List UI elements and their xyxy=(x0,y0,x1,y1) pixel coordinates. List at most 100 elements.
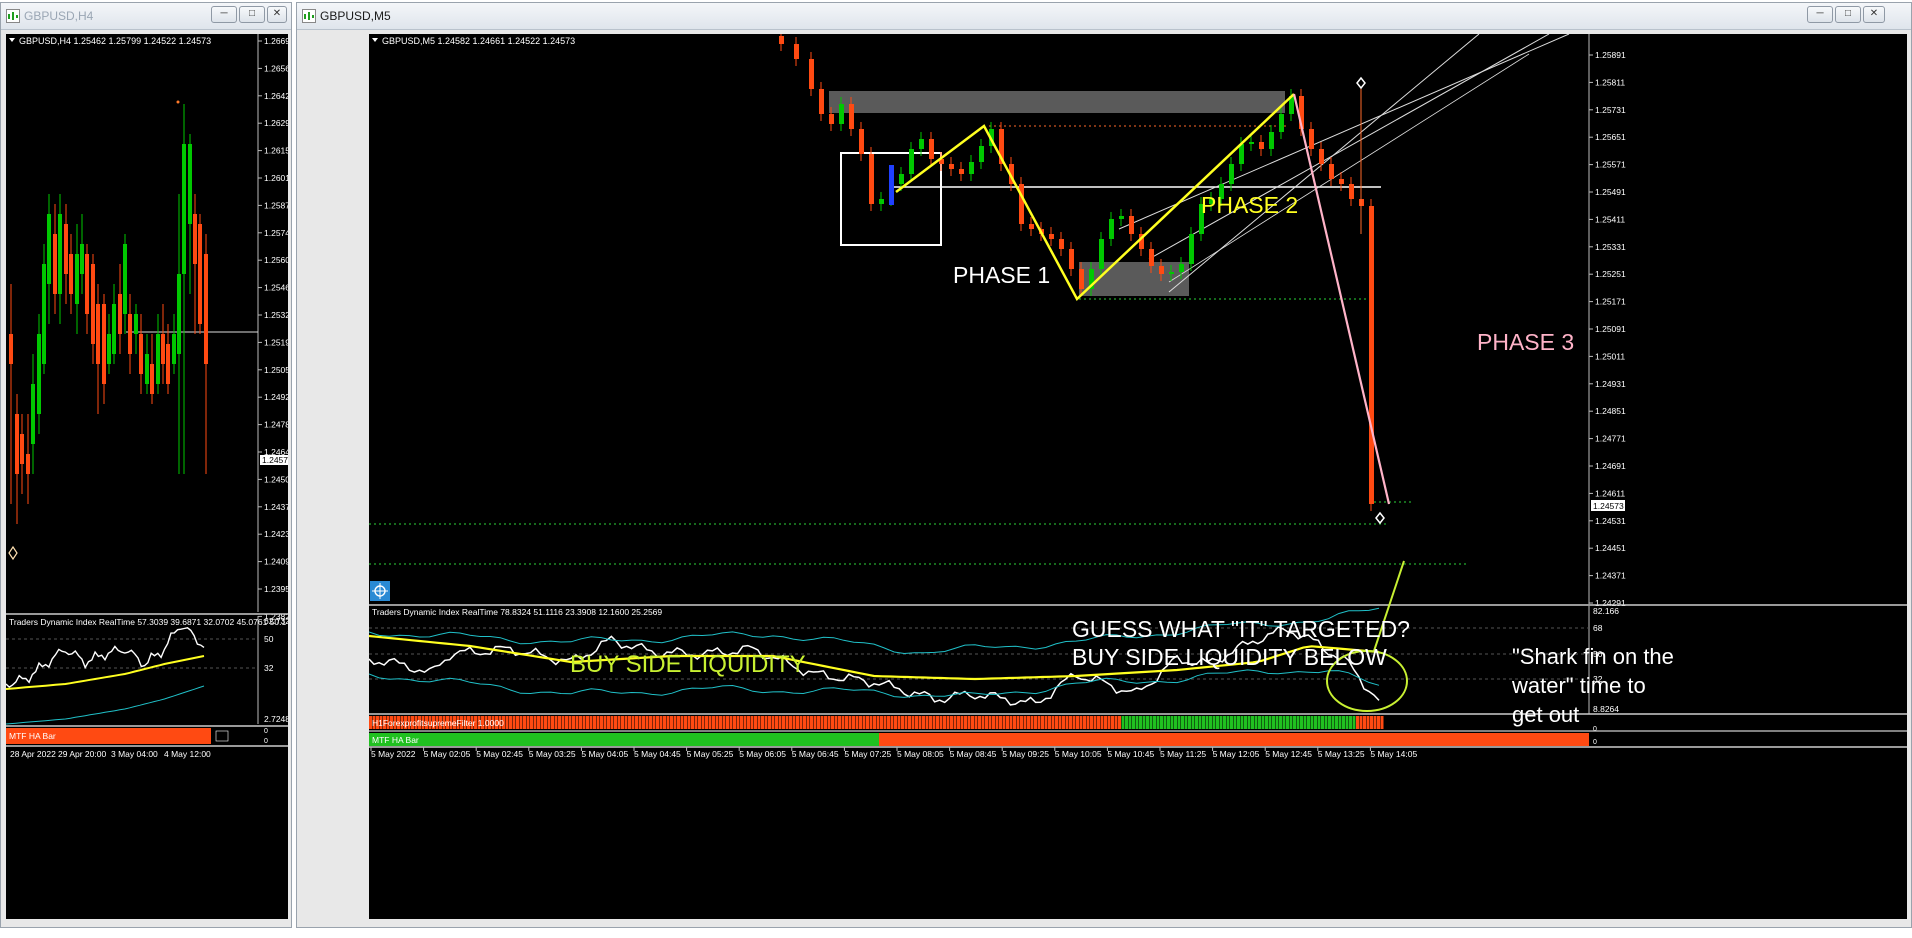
h4-candle-body xyxy=(161,334,165,364)
filter-bar-tick xyxy=(1023,716,1027,729)
filter-bar-tick xyxy=(1188,716,1191,729)
m5-chart-window[interactable]: GBPUSD,M5 ─ □ ✕ GBPUSD,M5 1.24582 1.2466… xyxy=(296,2,1912,928)
m5-price-label: 1.25091 xyxy=(1595,324,1626,334)
filter-bar-tick xyxy=(1251,716,1254,729)
m5-candle-body xyxy=(909,149,914,174)
filter-bar-tick xyxy=(957,716,960,729)
filter-bar-tick xyxy=(862,716,866,729)
m5-candle-body xyxy=(1249,142,1254,144)
filter-bar-tick xyxy=(1093,716,1097,729)
filter-bar-tick xyxy=(768,716,771,729)
filter-bar-tick xyxy=(1195,716,1198,729)
filter-bar-tick xyxy=(1258,716,1261,729)
filter-bar-tick xyxy=(712,716,715,729)
h4-price-label: 1.25190 xyxy=(264,337,288,347)
filter-bar-tick xyxy=(1086,716,1090,729)
filter-bar-tick xyxy=(642,716,645,729)
minimize-button[interactable]: ─ xyxy=(1807,6,1833,23)
m5-candle-body xyxy=(949,164,954,169)
filter-bar-tick xyxy=(1349,716,1352,729)
close-icon: ✕ xyxy=(1869,8,1879,19)
filter-bar-tick xyxy=(589,716,593,729)
m5-candle-body xyxy=(819,89,824,114)
filter-bar-tick xyxy=(1296,716,1300,729)
filter-bar-tick xyxy=(670,716,673,729)
filter-bar-tick xyxy=(726,716,729,729)
filter-bar-tick xyxy=(687,716,691,729)
filter-bar-tick xyxy=(1174,716,1177,729)
m5-price-label: 1.24771 xyxy=(1595,434,1626,444)
filter-bar-tick xyxy=(540,716,544,729)
filter-bar-tick xyxy=(1310,716,1314,729)
m5-candle-body xyxy=(1279,114,1284,132)
filter-bar-tick xyxy=(992,716,995,729)
m5-date-label: 5 May 06:45 xyxy=(792,749,839,759)
minimize-button[interactable]: ─ xyxy=(211,6,237,23)
filter-bar-tick xyxy=(1083,716,1086,729)
h4-candle-body xyxy=(96,304,100,364)
filter-bar-tick xyxy=(873,716,876,729)
h4-price-label: 1.24235 xyxy=(264,529,288,539)
filter-bar-tick xyxy=(1016,716,1020,729)
m5-candle-body xyxy=(829,114,834,124)
filter-bar-tick xyxy=(561,716,565,729)
filter-bar-tick xyxy=(516,716,519,729)
filter-bar-tick xyxy=(855,716,859,729)
m5-date-label: 5 May 11:25 xyxy=(1160,749,1206,759)
h4-chart-area[interactable]: GBPUSD,H4 1.25462 1.25799 1.24522 1.2457… xyxy=(6,34,288,919)
filter-bar-tick xyxy=(1377,716,1380,729)
h4-candle-body xyxy=(85,254,89,314)
m5-date-label: 5 May 09:25 xyxy=(1002,749,1049,759)
filter-bar-tick xyxy=(638,716,642,729)
filter-bar-tick xyxy=(1072,716,1076,729)
filter-bar-tick xyxy=(1324,716,1328,729)
filter-bar-tick xyxy=(1268,716,1272,729)
filter-bar-tick xyxy=(635,716,638,729)
filter-bar-tick xyxy=(750,716,754,729)
m5-candle-body xyxy=(1079,269,1084,289)
m5-chart-area[interactable]: GBPUSD,M5 1.24582 1.24661 1.24522 1.2457… xyxy=(369,34,1907,919)
h4-price-label: 1.24370 xyxy=(264,502,288,512)
h4-price-label: 1.25055 xyxy=(264,365,288,375)
h4-mtf-label: MTF HA Bar xyxy=(9,731,56,741)
filter-bar-tick xyxy=(582,716,586,729)
m5-candle-body xyxy=(1119,216,1124,219)
maximize-button[interactable]: □ xyxy=(239,6,265,23)
filter-bar-tick xyxy=(1338,716,1342,729)
filter-bar-tick xyxy=(1153,716,1156,729)
filter-bar-tick xyxy=(918,716,922,729)
m5-date-label: 5 May 08:05 xyxy=(897,749,944,759)
close-button[interactable]: ✕ xyxy=(267,6,287,23)
filter-bar-tick xyxy=(509,716,512,729)
filter-bar-tick xyxy=(1135,716,1139,729)
maximize-button[interactable]: □ xyxy=(1835,6,1861,23)
m5-price-label: 1.25811 xyxy=(1595,77,1625,87)
filter-bar-tick xyxy=(551,716,554,729)
close-button[interactable]: ✕ xyxy=(1863,6,1885,23)
h4-candle-body xyxy=(26,454,30,474)
filter-bar-tick xyxy=(505,716,509,729)
h4-candle-body xyxy=(69,254,73,294)
h4-candle-body xyxy=(75,254,79,304)
m5-date-label: 5 May 08:45 xyxy=(950,749,997,759)
h4-mtf-scale: 0 xyxy=(264,738,268,745)
h4-tdi-level-50: 50 xyxy=(264,634,274,644)
h4-candle-body xyxy=(177,274,181,354)
m5-candle-body xyxy=(1189,234,1194,264)
filter-bar-tick xyxy=(1275,716,1279,729)
filter-bar-tick xyxy=(1373,716,1377,729)
m5-date-label: 5 May 04:05 xyxy=(581,749,628,759)
h4-tdi-level-32: 32 xyxy=(264,663,274,673)
m5-titlebar[interactable]: GBPUSD,M5 ─ □ ✕ xyxy=(297,3,1911,30)
h4-candle-body xyxy=(198,224,202,324)
m5-price-label: 1.24451 xyxy=(1595,543,1626,553)
m5-candle-body xyxy=(869,154,874,204)
filter-bar-tick xyxy=(1328,716,1331,729)
h4-chart-window[interactable]: GBPUSD,H4 ─ □ ✕ GBPUSD,H4 1.25462 1.2579… xyxy=(0,2,292,928)
m5-date-label: 5 May 05:25 xyxy=(687,749,734,759)
h4-titlebar[interactable]: GBPUSD,H4 ─ □ ✕ xyxy=(1,3,291,30)
h4-candle-body xyxy=(150,364,154,394)
filter-bar-tick xyxy=(747,716,750,729)
h4-date-label: 4 May 12:00 xyxy=(164,749,211,759)
m5-price-label: 1.24931 xyxy=(1595,379,1626,389)
